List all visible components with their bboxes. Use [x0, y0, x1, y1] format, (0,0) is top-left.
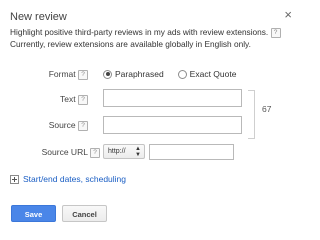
text-label: Text: [60, 94, 76, 104]
dialog-title: New review: [10, 11, 67, 23]
source-url-label-group: Source URL ?: [42, 147, 100, 158]
expand-plus-icon[interactable]: [10, 174, 19, 184]
exact-quote-radio-label[interactable]: Exact Quote: [190, 69, 237, 79]
source-url-label: Source URL: [41, 147, 88, 157]
close-icon[interactable]: ×: [284, 8, 292, 21]
description-line-2: Currently, review extensions are availab…: [10, 38, 251, 49]
help-icon[interactable]: ?: [78, 69, 88, 80]
source-input[interactable]: [103, 116, 242, 134]
description-line-1: Highlight positive third-party reviews i…: [10, 27, 269, 37]
help-icon[interactable]: ?: [270, 27, 281, 38]
help-icon[interactable]: ?: [78, 94, 88, 105]
scheduling-expander[interactable]: Start/end dates, scheduling: [10, 174, 126, 184]
help-icon[interactable]: ?: [78, 120, 88, 131]
character-count-bracket: [248, 90, 255, 139]
new-review-dialog: New review × Highlight positive third-pa…: [0, 0, 300, 234]
paraphrased-radio-label[interactable]: Paraphrased: [115, 69, 164, 79]
text-input[interactable]: [103, 89, 242, 107]
format-label-group: Format ?: [49, 69, 88, 80]
paraphrased-radio[interactable]: [103, 69, 112, 79]
character-count: 67: [262, 104, 272, 114]
protocol-select-value: http://: [108, 148, 126, 155]
protocol-select[interactable]: http:// ▲ ▼: [103, 144, 145, 159]
scheduling-expander-label[interactable]: Start/end dates, scheduling: [23, 174, 126, 184]
save-button[interactable]: Save: [11, 205, 56, 222]
format-label: Format: [48, 69, 76, 79]
source-label: Source: [48, 120, 76, 130]
dialog-description: Highlight positive third-party reviews i…: [10, 27, 285, 50]
format-radio-group: Paraphrased Exact Quote: [103, 69, 236, 79]
source-label-group: Source ?: [49, 120, 88, 131]
stepper-icon: ▲ ▼: [135, 145, 141, 159]
text-label-group: Text ?: [60, 94, 88, 105]
cancel-button[interactable]: Cancel: [62, 205, 107, 222]
help-icon[interactable]: ?: [90, 147, 100, 158]
source-url-input[interactable]: [149, 144, 234, 160]
exact-quote-radio[interactable]: [177, 69, 187, 79]
